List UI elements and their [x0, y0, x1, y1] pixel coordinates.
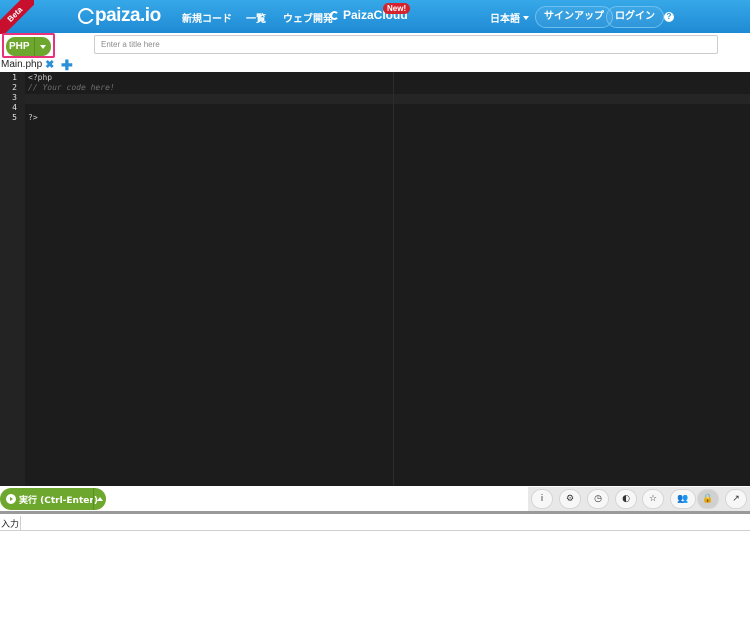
nav-web-dev[interactable]: ウェブ開発 [283, 10, 333, 25]
signup-button[interactable]: サインアップ [535, 6, 613, 28]
lock-icon[interactable]: 🔒 [697, 489, 719, 509]
panel-divider[interactable] [0, 511, 750, 514]
login-button[interactable]: ログイン [606, 6, 664, 28]
line-number: 5 [12, 113, 17, 122]
stdin-input-area[interactable] [0, 531, 750, 639]
play-icon [6, 494, 16, 504]
line-number: 1 [12, 73, 17, 82]
code-line: <?php [28, 73, 53, 82]
chevron-up-icon [97, 497, 103, 501]
chevron-down-icon [523, 15, 529, 20]
info-icon[interactable]: i [531, 489, 553, 509]
language-button-highlight: PHP [2, 33, 55, 58]
share-icon[interactable]: ↗ [725, 489, 747, 509]
line-number: 3 [12, 93, 17, 102]
print-margin [393, 72, 394, 486]
chevron-down-icon [40, 44, 46, 49]
close-icon[interactable]: ✖ [45, 59, 54, 70]
star-icon[interactable]: ☆ [642, 489, 664, 509]
code-editor[interactable]: 1 2 3 4 5 <?php // Your code here! ?> [0, 72, 750, 486]
new-badge: New! [383, 3, 411, 14]
language-button-label: PHP [9, 41, 30, 52]
run-button-label: 実行 (Ctrl-Enter) [19, 495, 98, 506]
top-nav-bar: Beta paiza.io 新規コード 一覧 ウェブ開発 PaizaCloud … [0, 0, 750, 34]
language-caret[interactable] [35, 44, 51, 49]
collaboration-icon[interactable]: 👥 [670, 489, 696, 509]
line-number-gutter [0, 72, 25, 486]
language-dropdown[interactable]: 日本語 [490, 10, 529, 25]
language-select-button[interactable]: PHP [6, 37, 51, 56]
settings-icon[interactable]: ⚙ [559, 489, 581, 509]
code-line: ?> [28, 113, 38, 122]
github-icon[interactable]: ◐ [615, 489, 637, 509]
line-number: 2 [12, 83, 17, 92]
beta-ribbon: Beta [0, 0, 34, 34]
input-tab-divider [20, 516, 21, 530]
paiza-logo-icon [78, 8, 95, 24]
paiza-editor-page: Beta paiza.io 新規コード 一覧 ウェブ開発 PaizaCloud … [0, 0, 750, 639]
run-button[interactable]: 実行 (Ctrl-Enter) [0, 488, 106, 510]
line-number: 4 [12, 103, 17, 112]
language-label: 日本語 [490, 14, 520, 25]
history-icon[interactable]: ◷ [587, 489, 609, 509]
run-options-caret[interactable] [94, 497, 106, 501]
file-tab-main[interactable]: Main.php ✖ [1, 59, 54, 70]
logo-text: paiza.io [95, 5, 161, 26]
active-line-highlight [25, 94, 750, 104]
input-tab[interactable]: 入力 [1, 517, 19, 530]
code-line: // Your code here! [28, 83, 115, 92]
nav-list[interactable]: 一覧 [246, 10, 266, 25]
file-tab-label: Main.php [1, 59, 43, 70]
cloud-icon [330, 10, 339, 20]
paiza-logo[interactable]: paiza.io [78, 5, 161, 27]
nav-new-code[interactable]: 新規コード [182, 10, 232, 25]
beta-label: Beta [0, 0, 34, 34]
title-input[interactable] [94, 35, 718, 54]
help-icon[interactable]: ? [664, 12, 674, 22]
tool-panel: i ⚙ ◷ ◐ ☆ 👥 🔒 ↗ [528, 487, 750, 511]
